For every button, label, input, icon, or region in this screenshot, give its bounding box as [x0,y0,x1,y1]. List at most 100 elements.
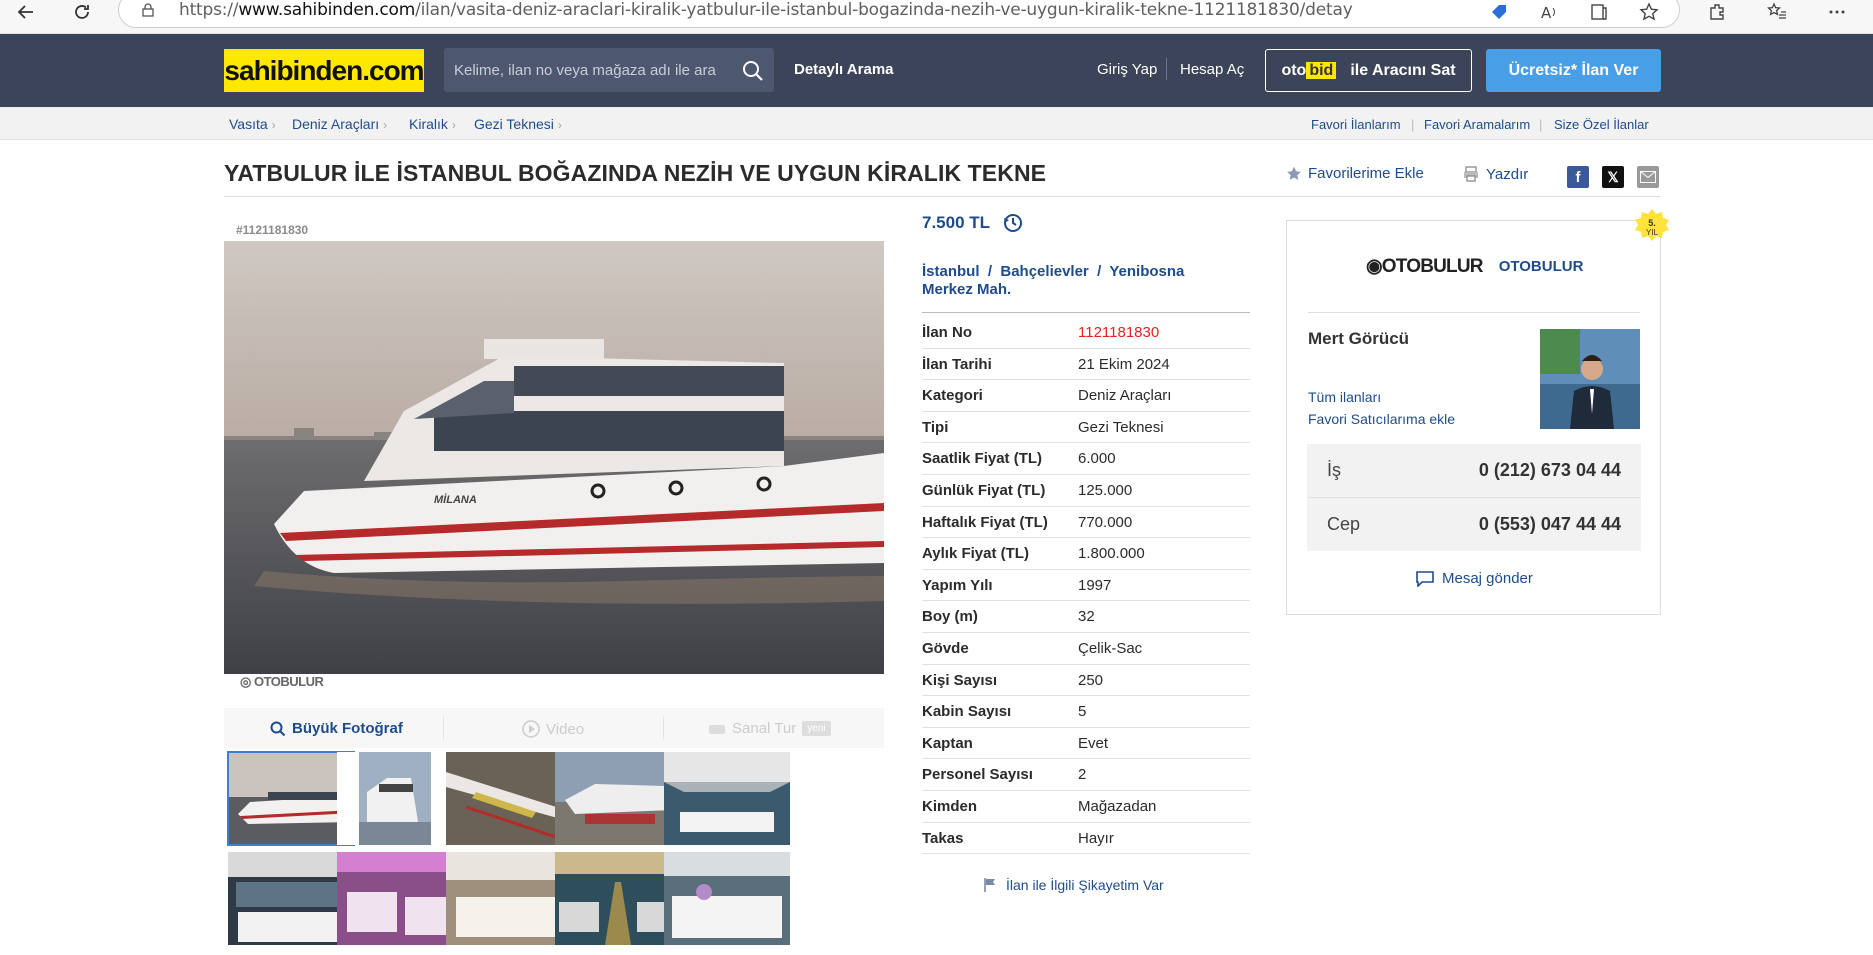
otobulur-watermark: ◎ OTOBULUR [240,674,324,689]
info-row: İlan Tarihi 21 Ekim 2024 [922,349,1250,381]
thumbnail-5[interactable] [664,752,790,845]
info-row: Kabin Sayısı 5 [922,696,1250,728]
tab-divider [443,716,444,740]
info-value: 1121181830 [1078,324,1160,341]
extensions-icon[interactable] [1705,0,1729,24]
breadcrumb-item-vasita[interactable]: Vasıta › [229,116,276,132]
register-link[interactable]: Hesap Aç [1180,61,1244,78]
info-value: 770.000 [1078,513,1133,531]
search-icon[interactable] [742,60,764,82]
thumbnail-8[interactable] [446,852,572,945]
send-message-button[interactable]: Mesaj gönder [1416,570,1533,587]
info-key: Tipi [922,418,949,436]
info-key: Haftalık Fiyat (TL) [922,513,1048,531]
info-value: 32 [1078,608,1095,626]
tag-icon[interactable] [1487,0,1511,24]
store-header[interactable]: ◉OTOBULUR OTOBULUR [1366,255,1583,278]
tab-virtual-tour[interactable]: Sanal Tur yeni [708,720,831,737]
thumbnail-9[interactable] [555,852,681,945]
favorite-ads-link[interactable]: Favori İlanlarım [1311,117,1401,132]
add-favorite-button[interactable]: Favorilerime Ekle [1286,165,1424,182]
search-input[interactable] [444,48,724,92]
listing-title: YATBULUR İLE İSTANBUL BOĞAZINDA NEZİH VE… [224,160,1047,186]
info-value: 5 [1078,703,1087,721]
header-divider [1166,58,1167,80]
more-icon[interactable] [1825,0,1849,24]
browser-toolbar: https://www.sahibinden.com/ilan/vasita-d… [0,0,1873,34]
seller-avatar [1540,329,1640,429]
favorites-bar-icon[interactable] [1765,0,1789,24]
thumbnail-7[interactable] [337,852,463,945]
phone-box: İş 0 (212) 673 04 44 Cep 0 (553) 047 44 … [1307,444,1641,551]
read-aloud-icon[interactable]: A [1537,0,1561,24]
info-key: Takas [922,829,964,847]
chat-icon [1416,570,1434,587]
advanced-search-link[interactable]: Detaylı Arama [794,61,894,78]
login-link[interactable]: Giriş Yap [1097,61,1157,78]
svg-text:A: A [1541,4,1552,22]
thumbnail-6[interactable] [228,852,354,945]
info-key: Kategori [922,387,983,405]
site-logo[interactable]: sahibinden.com [224,49,425,92]
favorite-star-icon[interactable] [1637,0,1661,24]
link-divider: | [1411,117,1415,132]
tab-video[interactable]: Video [522,720,584,738]
favorite-searches-link[interactable]: Favori Aramalarım [1424,117,1530,132]
phone-number[interactable]: 0 (553) 047 44 44 [1479,514,1621,535]
thumbnail-3[interactable] [446,752,572,845]
printer-icon [1464,166,1478,182]
print-button[interactable]: Yazdır [1462,165,1528,183]
address-bar[interactable]: https://www.sahibinden.com/ilan/vasita-d… [118,0,1680,28]
report-listing-link[interactable]: İlan ile İlgili Şikayetim Var [982,877,1164,893]
all-ads-link[interactable]: Tüm ilanları [1308,389,1381,405]
store-name-link[interactable]: OTOBULUR [1499,258,1584,275]
breadcrumb-item-deniz-araclari[interactable]: Deniz Araçları › [292,116,387,132]
url-text: https://www.sahibinden.com/ilan/vasita-d… [179,0,1353,20]
x-share-icon[interactable]: 𝕏 [1602,166,1624,188]
info-value: Gezi Teknesi [1078,418,1164,436]
five-year-badge: 5. YIL [1635,209,1669,241]
phone-number[interactable]: 0 (212) 673 04 44 [1479,460,1621,481]
email-share-icon[interactable] [1637,166,1659,188]
price-history-icon[interactable] [1002,212,1024,234]
phone-work[interactable]: İş 0 (212) 673 04 44 [1307,444,1641,497]
reader-icon[interactable] [1587,0,1611,24]
thumbnail-2[interactable] [337,752,463,845]
listing-location: İstanbul / Bahçelievler / Yenibosna Merk… [922,263,1185,298]
main-photo[interactable]: MİLANA [224,241,884,674]
add-favorite-seller-link[interactable]: Favori Satıcılarıma ekle [1308,411,1455,427]
info-key: Kişi Sayısı [922,671,998,689]
magnifier-icon [270,721,286,736]
thumbnail-1[interactable] [227,751,355,846]
thumbnail-4[interactable] [555,752,681,845]
star-icon [1287,166,1301,180]
phone-mobile[interactable]: Cep 0 (553) 047 44 44 [1307,498,1641,551]
lock-icon [142,3,154,17]
tab-big-photo[interactable]: Büyük Fotoğraf [270,720,403,737]
search-box[interactable] [444,48,774,92]
info-row: Kimden Mağazadan [922,791,1250,823]
location-district-link[interactable]: Bahçelievler [1000,263,1088,280]
facebook-share-icon[interactable]: f [1567,166,1589,188]
info-row: Kategori Deniz Araçları [922,380,1250,412]
breadcrumb-item-gezi-teknesi[interactable]: Gezi Teknesi › [474,116,562,132]
info-value: 6.000 [1078,450,1116,468]
otobid-sell-button[interactable]: oto bid ile Aracını Sat [1265,49,1472,92]
seller-name: Mert Görücü [1308,329,1410,348]
info-key: Personel Sayısı [922,766,1033,784]
post-ad-button[interactable]: Ücretsiz* İlan Ver [1486,49,1661,92]
back-icon[interactable] [14,0,38,24]
info-row: Kişi Sayısı 250 [922,665,1250,697]
info-key: İlan Tarihi [922,355,992,373]
info-key: Kaptan [922,734,973,752]
phone-label: Cep [1327,514,1361,534]
breadcrumb-item-kiralik[interactable]: Kiralık › [409,116,456,132]
info-key: Saatlik Fiyat (TL) [922,450,1043,468]
info-value: 250 [1078,671,1104,689]
info-value: 1997 [1078,576,1112,594]
special-ads-link[interactable]: Size Özel İlanlar [1554,117,1649,132]
location-city-link[interactable]: İstanbul [922,263,980,280]
refresh-icon[interactable] [70,0,94,24]
thumbnail-10[interactable] [664,852,790,945]
info-divider [922,312,1250,313]
